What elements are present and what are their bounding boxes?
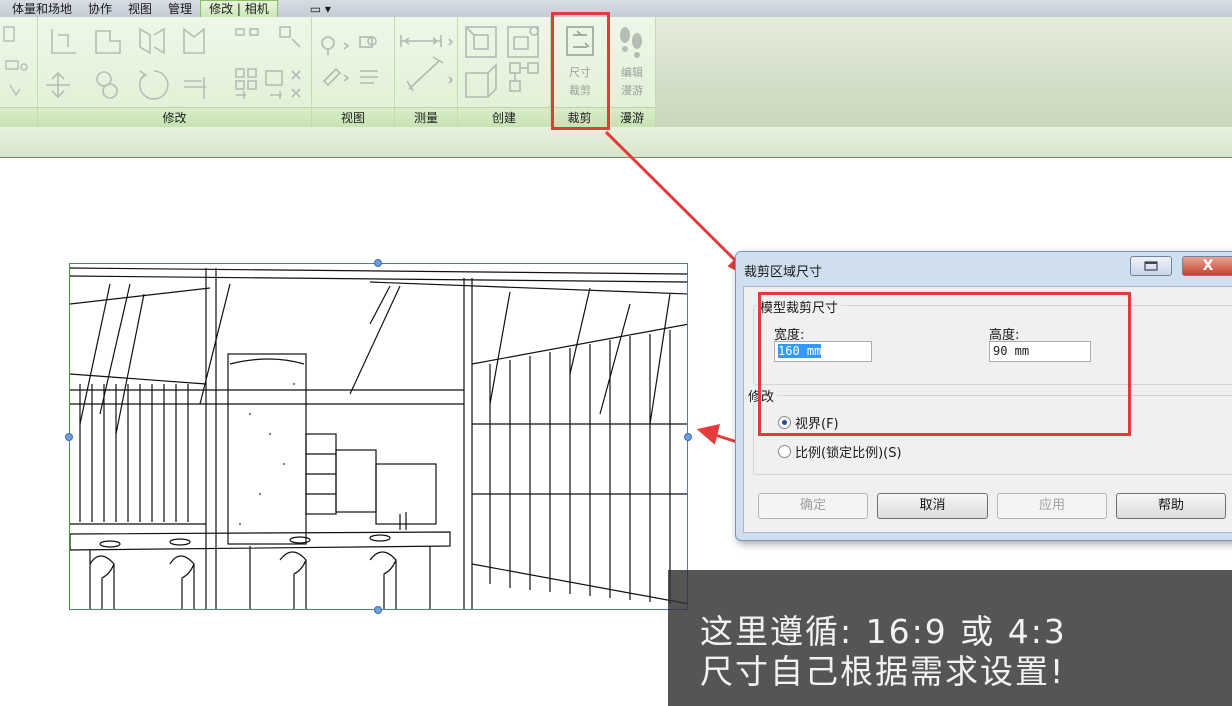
crop-grip-right[interactable]	[684, 433, 692, 441]
edit-walkthrough-label-2[interactable]: 漫游	[612, 83, 652, 98]
view-tools-icons[interactable]	[320, 31, 386, 91]
instruction-note: 这里遵循: 16:9 或 4:3 尺寸自己根据需求设置!	[668, 570, 1232, 706]
camera-crop-region[interactable]	[69, 263, 688, 610]
panel-title-measure: 测量	[395, 107, 457, 127]
note-line-2: 尺寸自己根据需求设置!	[700, 652, 1066, 691]
crop-grip-left[interactable]	[65, 433, 73, 441]
panel-title-view: 视图	[312, 107, 394, 127]
close-button[interactable]: X	[1182, 256, 1232, 276]
options-bar	[0, 127, 1232, 158]
edit-walkthrough-label-1[interactable]: 编辑	[612, 65, 652, 80]
panel-create: 创建	[458, 17, 551, 127]
radio-scale-dot[interactable]	[778, 445, 791, 458]
panel-clipboard	[0, 17, 38, 127]
tab-massing-site[interactable]: 体量和场地	[4, 1, 80, 17]
quick-access-dropdown[interactable]: ▭ ▾	[302, 1, 339, 17]
panel-walkthrough: 编辑 漫游 漫游	[609, 17, 656, 127]
modify-tools-icons[interactable]	[44, 21, 308, 103]
tab-collaborate[interactable]: 协作	[80, 1, 120, 17]
ribbon-tab-bar: 体量和场地 协作 视图 管理 修改 | 相机 ▭ ▾	[0, 0, 1232, 17]
panel-title-walkthrough: 漫游	[609, 107, 655, 127]
dialog-fields-highlight	[758, 292, 1131, 436]
help-button[interactable]: 帮助	[1116, 493, 1226, 519]
cancel-button[interactable]: 取消	[877, 493, 988, 519]
crop-grip-bottom[interactable]	[374, 606, 382, 614]
radio-scale-label: 比例(锁定比例)(S)	[795, 446, 902, 461]
restore-icon	[1144, 261, 1158, 271]
footprints-icon[interactable]	[617, 25, 647, 59]
panel-title-left	[0, 107, 37, 127]
restore-button[interactable]	[1130, 256, 1172, 276]
crop-grip-top[interactable]	[374, 259, 382, 267]
crop-panel-highlight	[551, 12, 610, 130]
tab-view[interactable]: 视图	[120, 1, 160, 17]
create-tools-icons[interactable]	[462, 23, 548, 99]
panel-measure: 测量	[395, 17, 458, 127]
measure-icon[interactable]	[399, 27, 455, 97]
ribbon-empty-area	[656, 17, 1232, 127]
tab-manage[interactable]: 管理	[160, 1, 200, 17]
panel-view: 视图	[312, 17, 395, 127]
panel-title-modify: 修改	[38, 107, 311, 127]
ribbon: 修改 视图 测量 创建 尺寸 裁剪 裁剪 编辑 漫游 漫游	[0, 17, 1232, 127]
interior-perspective-drawing	[70, 267, 687, 609]
note-line-1: 这里遵循: 16:9 或 4:3	[700, 612, 1067, 651]
ok-button[interactable]: 确定	[758, 493, 868, 519]
radio-scale[interactable]: 比例(锁定比例)(S)	[778, 442, 902, 461]
dialog-title: 裁剪区域尺寸	[744, 265, 823, 280]
tab-modify-camera[interactable]: 修改 | 相机	[200, 0, 278, 17]
panel-modify: 修改	[38, 17, 312, 127]
paste-icon[interactable]	[2, 25, 32, 105]
panel-title-create: 创建	[458, 107, 550, 127]
apply-button[interactable]: 应用	[997, 493, 1107, 519]
